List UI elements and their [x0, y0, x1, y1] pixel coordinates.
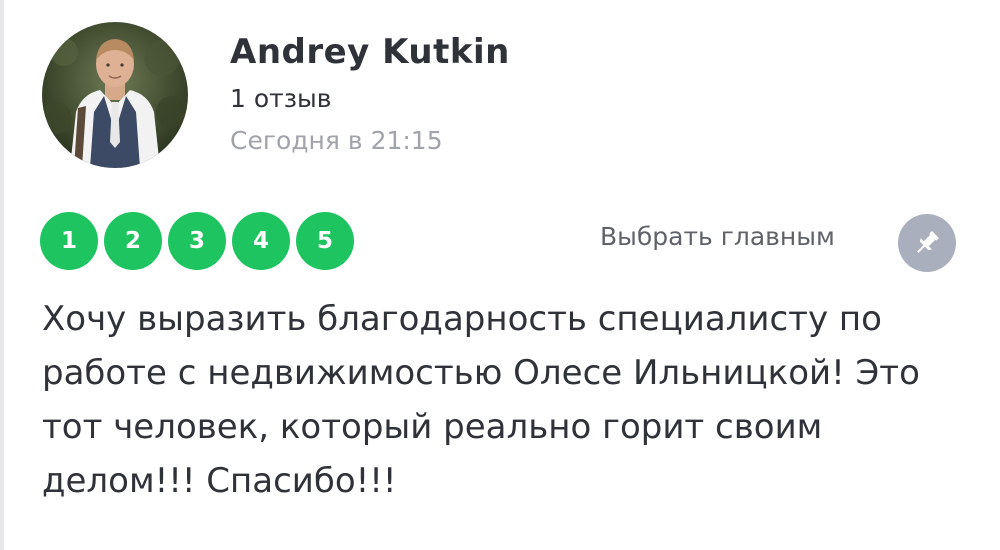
- make-main-label[interactable]: Выбрать главным: [600, 222, 835, 251]
- rating-4: 4: [232, 212, 290, 270]
- review-card: Andrey Kutkin 1 отзыв Сегодня в 21:15 1 …: [0, 0, 1000, 550]
- review-date: Сегодня в 21:15: [230, 126, 443, 155]
- avatar[interactable]: [42, 22, 188, 168]
- review-text: Хочу выразить благодарность специалисту …: [42, 299, 920, 501]
- rating-1: 1: [40, 212, 98, 270]
- card-border: [0, 0, 4, 550]
- rating-3: 3: [168, 212, 226, 270]
- author-name[interactable]: Andrey Kutkin: [230, 32, 510, 72]
- avatar-photo: [42, 22, 188, 168]
- rating-row: 1 2 3 4 5: [40, 212, 360, 270]
- pin-icon: [917, 231, 939, 253]
- pin-button[interactable]: [898, 214, 956, 272]
- author-review-count: 1 отзыв: [230, 84, 332, 113]
- rating-2: 2: [104, 212, 162, 270]
- rating-5: 5: [296, 212, 354, 270]
